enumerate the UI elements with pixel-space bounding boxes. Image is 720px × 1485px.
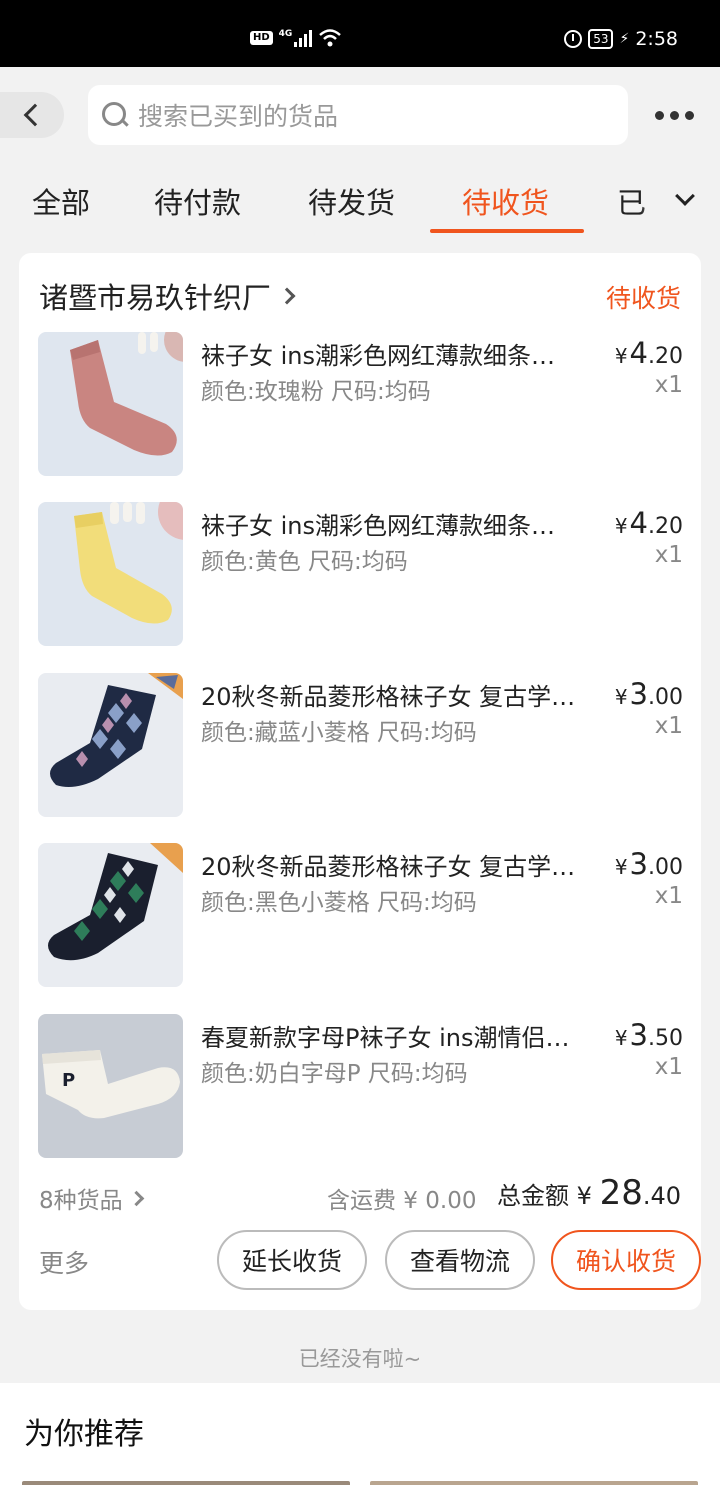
tab-pending-receipt[interactable]: 待收货 bbox=[462, 180, 549, 222]
end-of-list-text: 已经没有啦~ bbox=[298, 1347, 422, 1371]
header: 搜索已买到的货品 bbox=[0, 67, 720, 167]
clock: 2:58 bbox=[635, 28, 678, 50]
order-item[interactable]: P 春夏新款字母P袜子女 ins潮情侣中筒袜 颜色:奶白字母P 尺码:均码 ¥3… bbox=[38, 1014, 683, 1160]
chevron-right-icon bbox=[128, 1190, 144, 1206]
item-price: ¥3.50 bbox=[614, 1018, 683, 1052]
tab-pending-payment[interactable]: 待付款 bbox=[154, 180, 241, 222]
item-price: ¥3.00 bbox=[614, 677, 683, 711]
order-item[interactable]: 20秋冬新品菱形格袜子女 复古学院风中筒袜 颜色:藏蓝小菱格 尺码:均码 ¥3.… bbox=[38, 673, 683, 819]
item-kinds-label: 8种货品 bbox=[39, 1188, 123, 1214]
recommend-card-preview[interactable] bbox=[370, 1481, 698, 1485]
item-spec: 颜色:玫瑰粉 尺码:均码 bbox=[201, 379, 431, 405]
item-price: ¥4.20 bbox=[614, 506, 683, 540]
wifi-icon bbox=[319, 29, 342, 47]
view-logistics-button[interactable]: 查看物流 bbox=[385, 1230, 535, 1290]
order-item[interactable]: 袜子女 ins潮彩色网红薄款细条纹中筒袜 颜色:玫瑰粉 尺码:均码 ¥4.20 … bbox=[38, 332, 683, 478]
order-tabs: 全部 待付款 待发货 待收货 已 bbox=[0, 167, 720, 237]
item-kinds-link[interactable]: 8种货品 bbox=[39, 1181, 144, 1215]
battery-icon: 53 bbox=[588, 29, 614, 49]
item-price: ¥4.20 bbox=[614, 336, 683, 370]
alarm-icon bbox=[564, 30, 583, 48]
item-title: 20秋冬新品菱形格袜子女 复古学院风中筒袜 bbox=[201, 853, 576, 881]
item-spec: 颜色:藏蓝小菱格 尺码:均码 bbox=[201, 720, 477, 746]
status-bar: HD 4G 53 ⚡ 2:58 bbox=[0, 0, 720, 67]
chevron-left-icon bbox=[23, 103, 47, 127]
back-button[interactable] bbox=[0, 92, 64, 138]
charging-icon: ⚡ bbox=[619, 31, 630, 47]
network-type: 4G bbox=[278, 29, 293, 39]
status-bar-right: 53 ⚡ 2:58 bbox=[564, 28, 678, 50]
more-options-icon[interactable] bbox=[655, 111, 694, 120]
order-actions: 更多 延长收货 查看物流 确认收货 bbox=[39, 1230, 701, 1290]
shop-link[interactable]: 诸暨市易玖针织厂 bbox=[39, 275, 296, 317]
white-letter-p-sock-icon: P bbox=[38, 1014, 183, 1158]
more-button[interactable]: 更多 bbox=[39, 1244, 89, 1280]
item-quantity: x1 bbox=[654, 713, 683, 739]
active-tab-indicator bbox=[430, 229, 584, 233]
recommend-section: 为你推荐 bbox=[0, 1383, 720, 1485]
pink-sock-icon bbox=[38, 332, 183, 476]
order-status: 待收货 bbox=[605, 284, 681, 313]
recommend-title: 为你推荐 bbox=[24, 1417, 144, 1452]
item-title: 袜子女 ins潮彩色网红薄款细条纹中筒袜 bbox=[201, 512, 576, 540]
confirm-receipt-button[interactable]: 确认收货 bbox=[551, 1230, 701, 1290]
item-quantity: x1 bbox=[654, 883, 683, 909]
product-thumbnail: P bbox=[38, 1014, 183, 1158]
item-price: ¥3.00 bbox=[614, 847, 683, 881]
item-title: 春夏新款字母P袜子女 ins潮情侣中筒袜 bbox=[201, 1024, 576, 1052]
item-title: 袜子女 ins潮彩色网红薄款细条纹中筒袜 bbox=[201, 342, 576, 370]
extend-receipt-button[interactable]: 延长收货 bbox=[217, 1230, 367, 1290]
tab-all[interactable]: 全部 bbox=[32, 180, 90, 222]
cellular-signal-icon: 4G bbox=[279, 29, 313, 47]
shipping-fee: 含运费 ¥ 0.00 bbox=[327, 1188, 477, 1214]
product-thumbnail bbox=[38, 843, 183, 987]
status-bar-network: HD 4G bbox=[250, 28, 342, 48]
svg-text:P: P bbox=[62, 1070, 75, 1091]
product-thumbnail bbox=[38, 502, 183, 646]
item-spec: 颜色:黑色小菱格 尺码:均码 bbox=[201, 890, 477, 916]
tab-fade bbox=[640, 167, 670, 227]
chevron-down-icon[interactable] bbox=[675, 186, 695, 206]
black-argyle-sock-icon bbox=[38, 843, 183, 987]
tab-pending-shipment[interactable]: 待发货 bbox=[308, 180, 395, 222]
search-input[interactable]: 搜索已买到的货品 bbox=[88, 85, 628, 145]
hd-badge: HD bbox=[250, 31, 273, 45]
item-quantity: x1 bbox=[654, 372, 683, 398]
chevron-right-icon bbox=[278, 287, 296, 305]
search-placeholder: 搜索已买到的货品 bbox=[138, 102, 339, 131]
item-quantity: x1 bbox=[654, 1054, 683, 1080]
order-total: 总金额 ¥ 28.40 bbox=[497, 1173, 681, 1213]
item-spec: 颜色:奶白字母P 尺码:均码 bbox=[201, 1061, 468, 1087]
item-quantity: x1 bbox=[654, 542, 683, 568]
order-item[interactable]: 袜子女 ins潮彩色网红薄款细条纹中筒袜 颜色:黄色 尺码:均码 ¥4.20 x… bbox=[38, 502, 683, 648]
item-spec: 颜色:黄色 尺码:均码 bbox=[201, 549, 408, 575]
recommend-card-preview[interactable] bbox=[22, 1481, 350, 1485]
order-summary: 8种货品 含运费 ¥ 0.00 总金额 ¥ 28.40 bbox=[39, 1173, 681, 1215]
search-icon bbox=[102, 102, 128, 128]
order-item[interactable]: 20秋冬新品菱形格袜子女 复古学院风中筒袜 颜色:黑色小菱格 尺码:均码 ¥3.… bbox=[38, 843, 683, 989]
order-card: 诸暨市易玖针织厂 待收货 袜子女 ins潮彩色网红薄款细条纹中筒袜 颜色:玫瑰粉… bbox=[19, 253, 701, 1310]
shop-name: 诸暨市易玖针织厂 bbox=[39, 281, 272, 315]
product-thumbnail bbox=[38, 332, 183, 476]
item-title: 20秋冬新品菱形格袜子女 复古学院风中筒袜 bbox=[201, 683, 576, 711]
product-thumbnail bbox=[38, 673, 183, 817]
navy-argyle-sock-icon bbox=[38, 673, 183, 817]
yellow-sock-icon bbox=[38, 502, 183, 646]
